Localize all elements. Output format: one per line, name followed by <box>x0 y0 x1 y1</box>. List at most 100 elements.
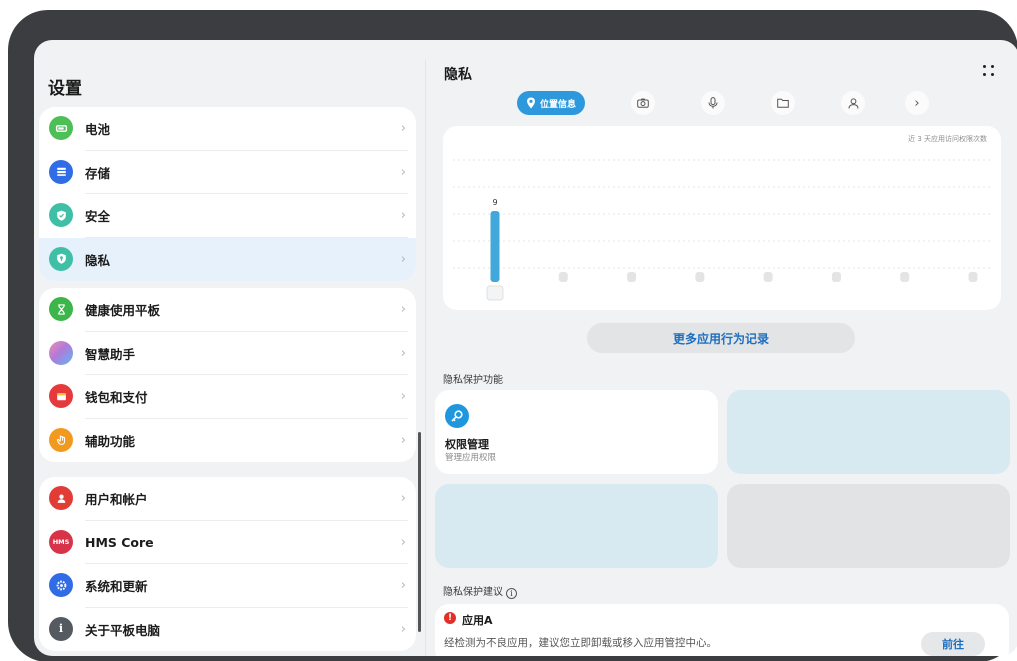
settings-item[interactable]: 隐私 › <box>39 237 416 281</box>
access-chart-card: 近 3 天应用访问权限次数 9 <box>443 126 1001 310</box>
chart-bar <box>558 272 568 282</box>
camera-icon <box>637 98 649 108</box>
tab-contacts[interactable] <box>841 91 865 115</box>
feature-card-placeholder[interactable] <box>727 390 1010 474</box>
tab-location-label: 位置信息 <box>539 99 576 110</box>
settings-item[interactable]: i 关于平板电脑 › <box>39 608 416 652</box>
folder-icon <box>777 98 789 108</box>
permission-management-card[interactable]: 权限管理 管理应用权限 <box>435 390 718 474</box>
settings-item[interactable]: 智慧助手 › <box>39 332 416 375</box>
chart-bar <box>763 272 773 282</box>
feature-card-placeholder[interactable] <box>727 484 1010 568</box>
feature-subtitle: 管理应用权限 <box>445 453 497 463</box>
tab-next[interactable]: › <box>905 91 929 115</box>
scrollbar[interactable] <box>418 432 421 632</box>
hms-icon: HMS <box>49 529 73 554</box>
chevron-right-icon: › <box>400 621 406 637</box>
wallet-icon <box>49 384 73 408</box>
info-icon: i <box>49 616 73 641</box>
chart-bar <box>831 272 841 282</box>
location-pin-icon <box>526 97 535 109</box>
battery-icon <box>49 116 73 140</box>
selected-day-marker <box>486 285 504 301</box>
shield-check-icon <box>49 203 73 227</box>
chevron-right-icon: › <box>400 432 406 448</box>
gear-icon <box>49 573 73 597</box>
suggest-section-title: 隐私保护建议 i <box>443 583 517 599</box>
settings-item[interactable]: 存储 › <box>39 151 416 194</box>
storage-icon <box>49 159 73 184</box>
alert-icon: ! <box>444 612 456 624</box>
chevron-right-icon: › <box>400 491 406 507</box>
settings-item-label: 存储 <box>85 165 111 181</box>
device-frame: 设置 电池 › 存储 › 安全 › 隐私 › 健康使用平板 › 智慧助手 › 钱包和支付 › 辅助功能 › 用户… <box>8 10 1017 661</box>
user-icon <box>49 486 73 510</box>
chevron-right-icon: › <box>400 345 406 361</box>
suggestion-description: 经检测为不良应用，建议您立即卸载或移入应用管控中心。 <box>444 637 717 649</box>
settings-item-label: 钱包和支付 <box>85 390 148 406</box>
tab-location[interactable]: 位置信息 <box>517 91 585 115</box>
chevron-right-icon: › <box>400 121 406 137</box>
icon-badge-text: i <box>58 622 64 635</box>
access-chart: 9 <box>453 159 991 301</box>
settings-item-label: 智慧助手 <box>85 346 136 362</box>
bar-data-label: 9 <box>492 198 497 207</box>
page-title: 隐私 <box>444 67 472 83</box>
feature-card-placeholder[interactable] <box>435 484 718 568</box>
assistant-orb-icon <box>49 340 73 365</box>
settings-item-label: 安全 <box>85 209 111 225</box>
hand-icon <box>49 427 73 452</box>
more-history-button[interactable]: 更多应用行为记录 <box>587 323 855 353</box>
privacy-shield-icon <box>49 246 73 271</box>
settings-item[interactable]: 辅助功能 › <box>39 419 416 463</box>
pane-divider <box>425 60 426 656</box>
feature-title: 权限管理 <box>445 438 489 451</box>
settings-item[interactable]: 电池 › <box>39 107 416 151</box>
settings-item[interactable]: 钱包和支付 › <box>39 375 416 419</box>
go-button[interactable]: 前往 <box>921 632 985 656</box>
tab-files[interactable] <box>771 91 795 115</box>
key-icon <box>445 404 469 428</box>
settings-item-label: 隐私 <box>85 252 111 268</box>
settings-item[interactable]: 系统和更新 › <box>39 564 416 608</box>
settings-item-label: 辅助功能 <box>85 433 136 449</box>
chevron-right-icon: › <box>400 208 406 224</box>
chevron-right-icon: › <box>400 389 406 405</box>
settings-title: 设置 <box>48 79 82 99</box>
contacts-icon <box>848 97 858 109</box>
settings-item[interactable]: HMS HMS Core › <box>39 521 416 564</box>
settings-group: 电池 › 存储 › 安全 › 隐私 › <box>39 107 416 281</box>
suggest-section-label: 隐私保护建议 <box>443 587 503 598</box>
chart-bar <box>490 211 500 282</box>
chevron-right-icon: › <box>400 251 406 267</box>
protection-section-title: 隐私保护功能 <box>443 375 503 386</box>
chart-bar <box>627 272 637 282</box>
settings-item[interactable]: 健康使用平板 › <box>39 288 416 332</box>
chevron-right-icon: › <box>400 302 406 318</box>
icon-badge-text: HMS <box>52 537 70 546</box>
settings-group: 用户和帐户 › HMS HMS Core › 系统和更新 › i 关于平板电脑 › <box>39 477 416 651</box>
chart-bar <box>695 272 705 282</box>
info-icon[interactable]: i <box>506 588 517 599</box>
settings-item[interactable]: 用户和帐户 › <box>39 477 416 521</box>
settings-item-label: 健康使用平板 <box>85 303 161 319</box>
settings-item[interactable]: 安全 › <box>39 194 416 238</box>
microphone-icon <box>708 97 718 109</box>
tab-camera[interactable] <box>631 91 655 115</box>
suggestion-card: ! 应用A 经检测为不良应用，建议您立即卸载或移入应用管控中心。 前往 <box>435 604 1009 656</box>
settings-item-label: HMS Core <box>85 534 154 550</box>
chevron-right-icon: › <box>914 95 920 111</box>
settings-item-label: 系统和更新 <box>85 579 148 595</box>
chevron-right-icon: › <box>400 164 406 180</box>
settings-item-label: 关于平板电脑 <box>85 622 161 638</box>
chart-bar <box>900 272 910 282</box>
settings-pane: 设置 电池 › 存储 › 安全 › 隐私 › 健康使用平板 › 智慧助手 › 钱包和支付 › 辅助功能 › 用户… <box>34 40 426 656</box>
settings-group: 健康使用平板 › 智慧助手 › 钱包和支付 › 辅助功能 › <box>39 288 416 462</box>
tab-microphone[interactable] <box>701 91 725 115</box>
chevron-right-icon: › <box>400 534 406 550</box>
settings-item-label: 用户和帐户 <box>85 492 148 508</box>
chevron-right-icon: › <box>400 578 406 594</box>
hourglass-icon <box>49 297 73 321</box>
more-icon[interactable] <box>982 64 996 78</box>
settings-item-label: 电池 <box>85 122 111 138</box>
